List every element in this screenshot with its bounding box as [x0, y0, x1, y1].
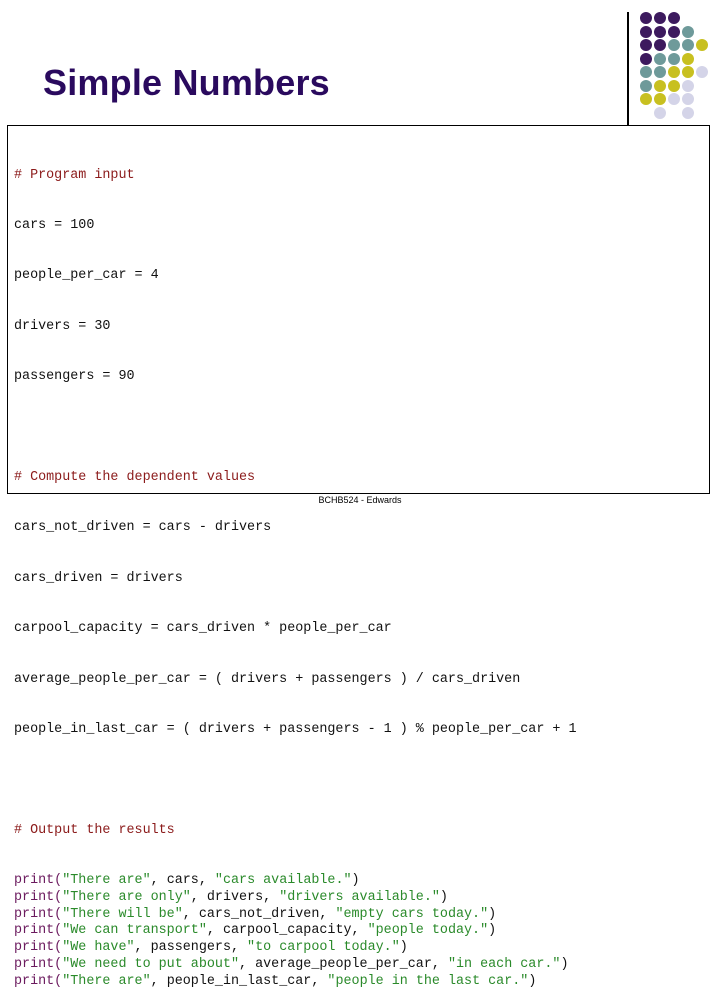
code-token: ) — [488, 906, 497, 922]
string-literal: "We need to put about" — [62, 957, 240, 973]
code-token: ) — [439, 889, 448, 905]
decorative-dot — [682, 52, 694, 65]
decorative-dot — [654, 66, 666, 78]
print-line: print("We need to put about", average_pe… — [14, 957, 577, 974]
string-literal: "We can transport" — [62, 923, 207, 939]
code-token: ) — [528, 973, 537, 989]
decorative-dot — [682, 25, 694, 38]
code-listing: # Program input cars = 100 people_per_ca… — [14, 134, 577, 1007]
code-line: people_in_last_car = ( drivers + passeng… — [14, 721, 577, 737]
code-line: cars_driven = drivers — [14, 570, 183, 586]
string-literal: "people today." — [367, 923, 489, 939]
string-literal: "There are" — [62, 973, 151, 989]
decorative-dot — [668, 66, 680, 78]
decorative-dot — [654, 106, 666, 119]
code-token: ) — [560, 957, 569, 973]
print-keyword: print( — [14, 906, 63, 922]
print-keyword: print( — [14, 923, 63, 939]
code-token: , people_in_last_car, — [150, 973, 328, 989]
string-literal: "There are" — [62, 873, 151, 889]
print-keyword: print( — [14, 940, 63, 956]
print-line: print("There are", cars, "cars available… — [14, 873, 577, 890]
comment-program-input: # Program input — [14, 167, 135, 183]
code-token: ) — [351, 873, 360, 889]
decorative-dot — [668, 12, 680, 24]
decorative-dot — [654, 52, 666, 65]
decorative-dot — [640, 12, 652, 24]
print-statements: print("There are", cars, "cars available… — [14, 873, 577, 991]
code-line: drivers = 30 — [14, 318, 111, 334]
code-line: people_per_car = 4 — [14, 268, 159, 284]
decorative-dot — [682, 93, 694, 105]
string-literal: "to carpool today." — [247, 940, 400, 956]
string-literal: "in each car." — [447, 957, 561, 973]
decorative-dot — [668, 25, 680, 38]
decorative-vertical-line — [627, 12, 629, 132]
print-keyword: print( — [14, 873, 63, 889]
string-literal: "There will be" — [62, 906, 183, 922]
string-literal: "cars available." — [214, 873, 352, 889]
print-line: print("There are", people_in_last_car, "… — [14, 974, 577, 991]
string-literal: "people in the last car." — [327, 973, 529, 989]
print-keyword: print( — [14, 889, 63, 905]
code-token: , average_people_per_car, — [239, 957, 448, 973]
code-token: ) — [488, 923, 497, 939]
decorative-dot — [682, 39, 694, 51]
decorative-dot — [640, 93, 652, 105]
decorative-dot — [640, 39, 652, 51]
decorative-dot — [682, 66, 694, 78]
decorative-dot — [654, 12, 666, 24]
comment-output: # Output the results — [14, 822, 175, 838]
decorative-dot — [696, 66, 708, 78]
code-line: average_people_per_car = ( drivers + pas… — [14, 671, 521, 687]
print-line: print("There will be", cars_not_driven, … — [14, 907, 577, 924]
decorative-dot — [668, 52, 680, 65]
decorative-dot — [654, 25, 666, 38]
string-literal: "We have" — [62, 940, 135, 956]
decorative-dot — [640, 25, 652, 38]
code-token: , carpool_capacity, — [206, 923, 368, 939]
string-literal: "There are only" — [62, 889, 191, 905]
decorative-dot — [640, 52, 652, 65]
code-token: ) — [399, 940, 408, 956]
decorative-dot — [668, 39, 680, 51]
slide-footer: BCHB524 - Edwards — [318, 495, 402, 505]
code-token: , drivers, — [190, 889, 280, 905]
decorative-dot — [640, 66, 652, 78]
code-token: , passengers, — [134, 940, 248, 956]
string-literal: "drivers available." — [279, 889, 440, 905]
code-token: , cars_not_driven, — [182, 906, 336, 922]
print-line: print("We have", passengers, "to carpool… — [14, 940, 577, 957]
decorative-dot — [654, 39, 666, 51]
decorative-dot — [682, 79, 694, 92]
code-line: passengers = 90 — [14, 369, 135, 385]
print-keyword: print( — [14, 973, 63, 989]
decorative-dot — [668, 79, 680, 92]
decorative-dot — [696, 39, 708, 51]
code-line: cars_not_driven = cars - drivers — [14, 520, 272, 536]
print-line: print("There are only", drivers, "driver… — [14, 890, 577, 907]
decorative-dot-grid — [640, 12, 720, 122]
decorative-dot — [654, 79, 666, 92]
comment-compute: # Compute the dependent values — [14, 469, 256, 485]
decorative-dot — [640, 79, 652, 92]
string-literal: "empty cars today." — [335, 906, 489, 922]
print-keyword: print( — [14, 957, 63, 973]
decorative-dot — [654, 93, 666, 105]
code-line: carpool_capacity = cars_driven * people_… — [14, 621, 392, 637]
decorative-dot — [668, 93, 680, 105]
print-line: print("We can transport", carpool_capaci… — [14, 923, 577, 940]
slide-title: Simple Numbers — [43, 62, 330, 103]
code-token: , cars, — [150, 873, 215, 889]
decorative-dot — [682, 106, 694, 119]
code-line: cars = 100 — [14, 217, 95, 233]
